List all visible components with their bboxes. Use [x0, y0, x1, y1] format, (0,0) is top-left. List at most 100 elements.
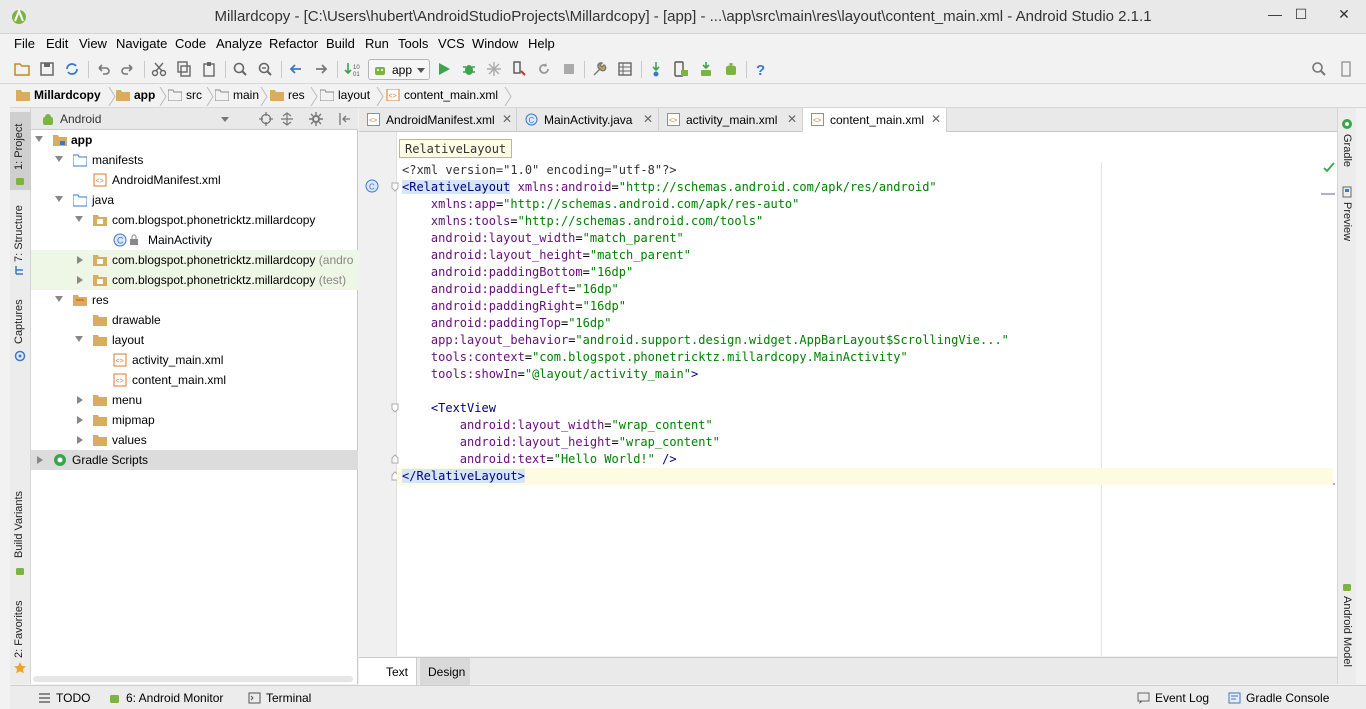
chevron-down-icon[interactable]: [55, 296, 63, 302]
fold-icon[interactable]: [391, 403, 399, 413]
event-log-tool-button[interactable]: Event Log: [1137, 691, 1209, 705]
code-line[interactable]: android:paddingRight="16dp": [402, 298, 626, 315]
code-line[interactable]: android:layout_width="wrap_content": [402, 417, 713, 434]
breadcrumb-item-file[interactable]: <> content_main.xml: [386, 88, 498, 105]
tree-item-gradle-scripts[interactable]: Gradle Scripts: [31, 450, 358, 470]
project-view-select[interactable]: Android: [60, 112, 101, 126]
code-line[interactable]: android:paddingTop="16dp": [402, 315, 612, 332]
attach-debugger-icon[interactable]: [486, 61, 502, 77]
tab-androidmanifest[interactable]: <> AndroidManifest.xml ✕: [359, 108, 517, 132]
menu-navigate[interactable]: Navigate: [116, 36, 167, 51]
code-line[interactable]: android:layout_width="match_parent": [402, 230, 684, 247]
make-project-icon[interactable]: 1001: [344, 61, 360, 77]
tab-android-model[interactable]: Android Model: [1338, 578, 1357, 678]
tree-item-layout[interactable]: layout: [31, 330, 358, 350]
tab-favorites[interactable]: 2: Favorites: [10, 594, 31, 678]
code-line[interactable]: app:layout_behavior="android.support.des…: [402, 332, 1009, 349]
cut-icon[interactable]: [151, 61, 167, 77]
redo-icon[interactable]: [120, 61, 136, 77]
code-line[interactable]: tools:showIn="@layout/activity_main">: [402, 366, 698, 383]
breadcrumb-item-src[interactable]: src: [168, 88, 202, 105]
tab-activity-main[interactable]: <> activity_main.xml ✕: [659, 108, 803, 132]
tree-item-androidmanifest[interactable]: <> AndroidManifest.xml: [31, 170, 358, 190]
code-line[interactable]: <?xml version="1.0" encoding="utf-8"?>: [402, 162, 677, 179]
android-device-monitor-icon[interactable]: [698, 61, 714, 77]
scroll-from-source-icon[interactable]: [259, 112, 273, 126]
tab-structure[interactable]: 7: Structure: [10, 200, 31, 278]
find-icon[interactable]: [232, 61, 248, 77]
rerun-icon[interactable]: [536, 61, 552, 77]
code-line[interactable]: android:paddingLeft="16dp": [402, 281, 619, 298]
code-line[interactable]: tools:context="com.blogspot.phonetricktz…: [402, 349, 908, 366]
menu-edit[interactable]: Edit: [46, 36, 68, 51]
tab-captures[interactable]: Captures: [10, 294, 31, 364]
breadcrumb-item-layout[interactable]: layout: [320, 88, 370, 105]
gradle-console-tool-button[interactable]: Gradle Console: [1228, 691, 1329, 705]
hide-toolbar-icon[interactable]: [1338, 61, 1354, 77]
code-line[interactable]: android:paddingBottom="16dp": [402, 264, 633, 281]
menu-view[interactable]: View: [79, 36, 107, 51]
tree-item-manifests[interactable]: manifests: [31, 150, 358, 170]
copy-icon[interactable]: [176, 61, 192, 77]
chevron-right-icon[interactable]: [77, 416, 83, 424]
project-structure-icon[interactable]: [592, 61, 608, 77]
code-line[interactable]: <RelativeLayout xmlns:android="http://sc…: [402, 179, 937, 196]
close-icon[interactable]: ✕: [502, 112, 512, 126]
avd-manager-icon[interactable]: [673, 61, 689, 77]
forward-icon[interactable]: [313, 61, 329, 77]
undo-icon[interactable]: [95, 61, 111, 77]
chevron-right-icon[interactable]: [77, 396, 83, 404]
code-line[interactable]: <TextView: [402, 400, 496, 417]
code-line[interactable]: android:layout_height="wrap_content": [402, 434, 720, 451]
sync-icon[interactable]: [64, 61, 80, 77]
chevron-down-icon[interactable]: [35, 136, 43, 142]
chevron-down-icon[interactable]: [75, 336, 83, 342]
code-line[interactable]: </RelativeLayout>: [397, 468, 1333, 485]
tree-item-app[interactable]: app: [31, 130, 358, 150]
collapse-all-icon[interactable]: [280, 112, 294, 126]
close-window-button[interactable]: ✕: [1322, 4, 1366, 24]
chevron-right-icon[interactable]: [77, 276, 83, 284]
menu-code[interactable]: Code: [175, 36, 206, 51]
stop-icon[interactable]: [561, 61, 577, 77]
menu-vcs[interactable]: VCS: [438, 36, 465, 51]
run-icon[interactable]: [436, 61, 452, 77]
xml-tag-breadcrumb[interactable]: RelativeLayout: [399, 139, 513, 158]
run-configuration-select[interactable]: app: [368, 59, 430, 80]
tab-mainactivity[interactable]: C MainActivity.java ✕: [517, 108, 659, 132]
menu-analyze[interactable]: Analyze: [216, 36, 262, 51]
tree-item-package[interactable]: com.blogspot.phonetricktz.millardcopy: [31, 210, 358, 230]
tree-item-content-main[interactable]: <> content_main.xml: [31, 370, 358, 390]
menu-window[interactable]: Window: [472, 36, 518, 51]
chevron-right-icon[interactable]: [77, 436, 83, 444]
menu-refactor[interactable]: Refactor: [269, 36, 318, 51]
code-line[interactable]: android:text="Hello World!" />: [402, 451, 677, 468]
tab-build-variants[interactable]: Build Variants: [10, 484, 31, 580]
back-icon[interactable]: [288, 61, 304, 77]
tree-item-values[interactable]: values: [31, 430, 358, 450]
menu-tools[interactable]: Tools: [398, 36, 428, 51]
tab-design[interactable]: Design: [420, 658, 470, 685]
minimize-button[interactable]: —: [1262, 4, 1288, 24]
chevron-down-icon[interactable]: [221, 117, 229, 122]
apply-changes-icon[interactable]: [511, 61, 527, 77]
menu-build[interactable]: Build: [326, 36, 355, 51]
tab-text[interactable]: Text: [359, 658, 417, 685]
sdk-manager-icon[interactable]: [617, 61, 633, 77]
fold-icon[interactable]: [391, 454, 399, 464]
chevron-down-icon[interactable]: [75, 216, 83, 222]
replace-icon[interactable]: [257, 61, 273, 77]
tree-item-mainactivity[interactable]: C MainActivity: [31, 230, 358, 250]
breadcrumb-item-app[interactable]: app: [116, 88, 155, 105]
gear-icon[interactable]: [309, 112, 323, 126]
debug-icon[interactable]: [461, 61, 477, 77]
tab-gradle[interactable]: Gradle: [1338, 116, 1357, 180]
menu-help[interactable]: Help: [528, 36, 555, 51]
chevron-right-icon[interactable]: [77, 256, 83, 264]
tree-item-package-androidtest[interactable]: com.blogspot.phonetricktz.millardcopy (a…: [31, 250, 358, 270]
breadcrumb-item-project[interactable]: Millardcopy: [16, 88, 101, 105]
code-editor[interactable]: C RelativeLayout <?xml version="1.0" enc…: [359, 132, 1337, 656]
paste-icon[interactable]: [201, 61, 217, 77]
close-icon[interactable]: ✕: [931, 112, 941, 126]
chevron-down-icon[interactable]: [55, 196, 63, 202]
